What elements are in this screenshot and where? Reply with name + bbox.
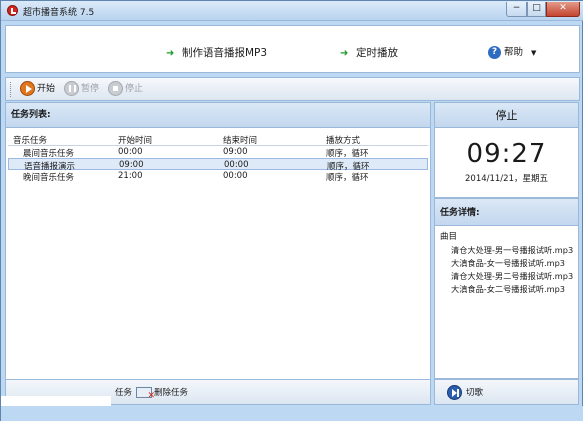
delete-task-icon xyxy=(136,387,155,401)
title-bar[interactable]: 超市播音系统 7.5 − □ ✕ xyxy=(1,1,583,21)
table-row[interactable]: 晚间音乐任务 21:00 00:00 顺序，循环 xyxy=(8,170,428,183)
task-list-title: 任务列表: xyxy=(6,103,430,128)
pause-icon xyxy=(64,81,79,96)
task-list-panel: 任务列表: 音乐任务 开始时间 结束时间 播放方式 晨间音乐任务 00:00 0… xyxy=(5,102,431,404)
help-label: 帮助 xyxy=(504,47,524,58)
add-task-button[interactable]: 任务 xyxy=(115,386,132,398)
column-header-task[interactable]: 音乐任务 xyxy=(13,134,47,146)
help-menu[interactable]: ? 帮助 ▼ xyxy=(488,44,536,59)
task-end: 00:00 xyxy=(223,171,248,181)
next-track-button[interactable]: 切歌 xyxy=(447,385,483,400)
pause-button[interactable]: 暂停 xyxy=(64,81,99,98)
window-title: 超市播音系统 7.5 xyxy=(23,8,95,18)
header-bar: ➜ 制作语音播报MP3 ➜ 定时播放 ? 帮助 ▼ xyxy=(5,25,580,73)
list-item[interactable]: 清仓大处理-男二号播报试听.mp3 xyxy=(451,270,573,282)
clock-time: 09:27 xyxy=(466,139,547,169)
timer-play-label: 定时播放 xyxy=(356,47,398,59)
list-item[interactable]: 清仓大处理-男一号播报试听.mp3 xyxy=(451,244,573,256)
delete-task-button[interactable]: 删除任务 xyxy=(136,386,189,401)
chevron-down-icon: ▼ xyxy=(531,48,537,57)
start-button[interactable]: 开始 xyxy=(20,81,55,98)
maximize-button[interactable]: □ xyxy=(527,2,546,17)
add-task-label: 任务 xyxy=(115,388,133,398)
clock-date: 2014/11/21，星期五 xyxy=(465,174,548,184)
task-table: 音乐任务 开始时间 结束时间 播放方式 晨间音乐任务 00:00 09:00 顺… xyxy=(8,133,428,183)
table-row-selected[interactable]: 语音播报演示 09:00 00:00 顺序，循环 xyxy=(8,158,428,172)
task-start: 21:00 xyxy=(118,171,143,181)
task-start: 00:00 xyxy=(118,147,143,157)
list-item[interactable]: 大滇食品-女二号播报试听.mp3 xyxy=(451,283,565,295)
task-end: 09:00 xyxy=(223,147,248,157)
help-icon: ? xyxy=(488,46,501,59)
column-header-mode[interactable]: 播放方式 xyxy=(326,134,360,146)
stop-icon xyxy=(108,81,123,96)
column-header-start[interactable]: 开始时间 xyxy=(118,134,152,146)
app-window: 超市播音系统 7.5 − □ ✕ ➜ 制作语音播报MP3 ➜ 定时播放 ? 帮助 ▼ 开… xyxy=(0,0,583,421)
next-track-icon xyxy=(447,385,462,400)
close-button[interactable]: ✕ xyxy=(546,2,580,17)
pause-label: 暂停 xyxy=(81,84,100,94)
clock-panel: 09:27 2014/11/21，星期五 xyxy=(434,128,579,198)
track-actions-bar: 切歌 xyxy=(434,379,579,405)
task-name: 晚间音乐任务 xyxy=(23,173,75,183)
make-mp3-label: 制作语音播报MP3 xyxy=(182,47,268,59)
minimize-button[interactable]: − xyxy=(506,2,527,17)
task-mode: 顺序，循环 xyxy=(326,173,369,183)
make-mp3-link[interactable]: ➜ 制作语音播报MP3 xyxy=(166,45,267,60)
delete-task-label: 删除任务 xyxy=(154,388,189,398)
task-start: 09:00 xyxy=(119,160,144,170)
table-row[interactable]: 晨间音乐任务 00:00 09:00 顺序，循环 xyxy=(8,146,428,159)
stop-label: 停止 xyxy=(125,84,144,94)
task-details-title: 任务详情: xyxy=(434,198,579,226)
arrow-right-icon: ➜ xyxy=(166,48,175,59)
play-icon xyxy=(20,81,35,96)
track-list: 曲目 清仓大处理-男一号播报试听.mp3 大滇食品-女一号播报试听.mp3 清仓… xyxy=(434,226,579,379)
track-column-header[interactable]: 曲目 xyxy=(440,230,457,242)
play-state-label: 停止 xyxy=(434,102,579,128)
stop-button[interactable]: 停止 xyxy=(108,81,143,98)
task-table-header: 音乐任务 开始时间 结束时间 播放方式 xyxy=(8,133,428,146)
status-bar xyxy=(1,406,583,421)
next-track-label: 切歌 xyxy=(466,388,484,398)
playback-toolbar: 开始 暂停 停止 xyxy=(5,77,580,101)
list-item[interactable]: 大滇食品-女一号播报试听.mp3 xyxy=(451,257,565,269)
arrow-right-icon: ➜ xyxy=(340,48,349,59)
toolbar-grip[interactable] xyxy=(10,82,13,97)
column-header-end[interactable]: 结束时间 xyxy=(223,134,257,146)
start-label: 开始 xyxy=(37,84,56,94)
timer-play-link[interactable]: ➜ 定时播放 xyxy=(340,45,398,60)
task-end: 00:00 xyxy=(224,160,249,170)
app-icon xyxy=(7,5,18,16)
